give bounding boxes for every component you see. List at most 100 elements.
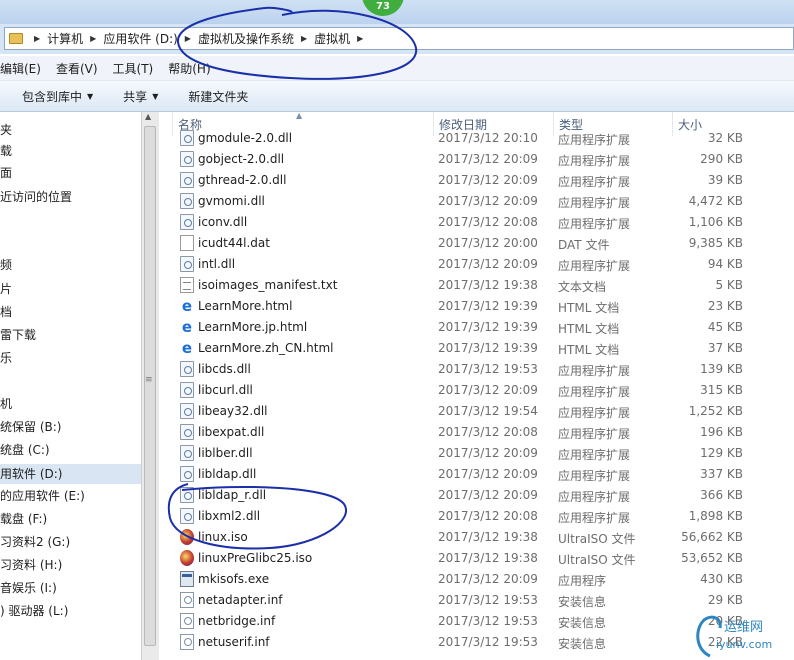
file-size: 1,106 KB [688, 215, 743, 229]
file-name: netadapter.inf [198, 593, 283, 607]
file-date-modified: 2017/3/12 20:08 [438, 509, 538, 523]
nav-item[interactable]: 的应用软件 (E:) [0, 486, 85, 506]
file-size: 290 KB [700, 152, 743, 166]
nav-item[interactable]: 夹 [0, 120, 12, 140]
file-date-modified: 2017/3/12 19:53 [438, 614, 538, 628]
breadcrumb-drive-d[interactable]: 应用软件 (D:) [103, 30, 177, 47]
nav-item[interactable]: 面 [0, 163, 12, 183]
file-row[interactable]: liblber.dll 2017/3/12 20:09 应用程序扩展 129 KB [172, 443, 752, 464]
file-row[interactable]: gthread-2.0.dll 2017/3/12 20:09 应用程序扩展 39 K… [172, 170, 752, 191]
new-folder-label: 新建文件夹 [188, 89, 249, 104]
file-row[interactable]: icudt44l.dat 2017/3/12 20:00 DAT 文件 9,385 K… [172, 233, 752, 254]
new-folder-button[interactable]: 新建文件夹 [188, 88, 248, 105]
file-name: intl.dll [198, 257, 236, 271]
file-row[interactable]: netbridge.inf 2017/3/12 19:53 安装信息 20 KB [172, 611, 752, 632]
file-row[interactable]: gmodule-2.0.dll 2017/3/12 20:10 应用程序扩展 32 K… [172, 128, 752, 149]
file-row[interactable]: libldap_r.dll 2017/3/12 20:09 应用程序扩展 366 KB [172, 485, 752, 506]
breadcrumb-arrow-icon[interactable]: ▶ [301, 34, 307, 43]
file-size: 53,652 KB [681, 551, 743, 565]
file-size: 430 KB [700, 572, 743, 586]
address-bar-region: ▶ 计算机 ▶ 应用软件 (D:) ▶ 虚拟机及操作系统 ▶ 虚拟机 ▶ [0, 24, 794, 54]
file-row[interactable]: isoimages_manifest.txt 2017/3/12 19:38 文本文… [172, 275, 752, 296]
nav-item[interactable]: 机 [0, 394, 12, 414]
file-date-modified: 2017/3/12 20:09 [438, 467, 538, 481]
file-row[interactable]: e LearnMore.jp.html 2017/3/12 19:39 HTML 文档… [172, 317, 752, 338]
dll-file-icon [180, 193, 194, 209]
menu-edit[interactable]: 编辑(E) [0, 60, 41, 77]
address-bar[interactable]: ▶ 计算机 ▶ 应用软件 (D:) ▶ 虚拟机及操作系统 ▶ 虚拟机 ▶ [4, 27, 794, 50]
file-name: libexpat.dll [198, 425, 265, 439]
menu-view[interactable]: 查看(V) [56, 60, 98, 77]
nav-item[interactable]: 载 [0, 141, 12, 161]
file-row[interactable]: libxml2.dll 2017/3/12 20:08 应用程序扩展 1,898 KB [172, 506, 752, 527]
nav-item[interactable]: 音娱乐 (I:) [0, 578, 57, 598]
file-row[interactable]: gvmomi.dll 2017/3/12 20:09 应用程序扩展 4,472 KB [172, 191, 752, 212]
file-name: gobject-2.0.dll [198, 152, 285, 166]
share-button[interactable]: 共享 ▼ [123, 88, 158, 105]
file-row[interactable]: libcds.dll 2017/3/12 19:53 应用程序扩展 139 KB [172, 359, 752, 380]
file-row[interactable]: e LearnMore.zh_CN.html 2017/3/12 19:39 HTML… [172, 338, 752, 359]
file-row[interactable]: libexpat.dll 2017/3/12 20:08 应用程序扩展 196 KB [172, 422, 752, 443]
nav-item[interactable]: 载盘 (F:) [0, 509, 47, 529]
nav-item[interactable]: 用软件 (D:) [0, 464, 141, 484]
file-name: LearnMore.jp.html [198, 320, 308, 334]
text-file-icon [180, 277, 194, 293]
nav-item[interactable]: 统盘 (C:) [0, 440, 50, 460]
file-type: 应用程序扩展 [558, 217, 631, 231]
include-in-library-button[interactable]: 包含到库中 ▼ [22, 88, 93, 105]
file-date-modified: 2017/3/12 19:38 [438, 551, 538, 565]
file-type: 应用程序扩展 [558, 259, 631, 273]
file-type: 应用程序扩展 [558, 427, 631, 441]
watermark-url: iyunv.com [716, 638, 773, 651]
file-date-modified: 2017/3/12 19:39 [438, 341, 538, 355]
nav-item[interactable]: 乐 [0, 348, 12, 368]
breadcrumb-arrow-icon[interactable]: ▶ [90, 34, 96, 43]
breadcrumb-computer[interactable]: 计算机 [47, 30, 83, 47]
file-row[interactable]: netadapter.inf 2017/3/12 19:53 安装信息 29 KB [172, 590, 752, 611]
dll-file-icon [180, 445, 194, 461]
file-row[interactable]: intl.dll 2017/3/12 20:09 应用程序扩展 94 KB [172, 254, 752, 275]
file-row[interactable]: libeay32.dll 2017/3/12 19:54 应用程序扩展 1,252 K… [172, 401, 752, 422]
breadcrumb-arrow-icon[interactable]: ▶ [34, 34, 40, 43]
html-file-icon: e [181, 339, 193, 357]
file-name: libcds.dll [198, 362, 251, 376]
inf-file-icon [180, 634, 194, 650]
scroll-up-arrow-icon[interactable]: ▲ [145, 112, 151, 121]
file-name: icudt44l.dat [198, 236, 270, 250]
file-row[interactable]: e LearnMore.html 2017/3/12 19:39 HTML 文档 23 … [172, 296, 752, 317]
file-row[interactable]: libcurl.dll 2017/3/12 20:09 应用程序扩展 315 KB [172, 380, 752, 401]
file-row[interactable]: linuxPreGlibc25.iso 2017/3/12 19:38 UltraI… [172, 548, 752, 569]
nav-item[interactable]: 片 [0, 279, 12, 299]
nav-item[interactable]: 统保留 (B:) [0, 417, 61, 437]
nav-item[interactable]: ) 驱动器 (L:) [0, 601, 68, 621]
file-name: linux.iso [198, 530, 248, 544]
file-row[interactable]: linux.iso 2017/3/12 19:38 UltraISO 文件 56,66… [172, 527, 752, 548]
nav-item[interactable]: 档 [0, 302, 12, 322]
nav-item[interactable]: 雷下载 [0, 325, 36, 345]
file-type: HTML 文档 [558, 322, 620, 336]
file-row[interactable]: mkisofs.exe 2017/3/12 20:09 应用程序 430 KB [172, 569, 752, 590]
file-name: iconv.dll [198, 215, 248, 229]
file-name: liblber.dll [198, 446, 253, 460]
nav-item[interactable]: 频 [0, 255, 12, 275]
file-row[interactable]: iconv.dll 2017/3/12 20:08 应用程序扩展 1,106 KB [172, 212, 752, 233]
file-row[interactable]: libldap.dll 2017/3/12 20:09 应用程序扩展 337 KB [172, 464, 752, 485]
file-name: gthread-2.0.dll [198, 173, 287, 187]
dll-file-icon [180, 172, 194, 188]
file-type: 应用程序扩展 [558, 196, 631, 210]
breadcrumb-arrow-icon[interactable]: ▶ [185, 34, 191, 43]
breadcrumb-vm[interactable]: 虚拟机 [314, 30, 350, 47]
nav-item[interactable]: 习资料2 (G:) [0, 532, 70, 552]
menu-help[interactable]: 帮助(H) [168, 60, 210, 77]
nav-item[interactable]: 习资料 (H:) [0, 555, 62, 575]
menu-tools[interactable]: 工具(T) [113, 60, 154, 77]
scrollbar-thumb[interactable] [144, 126, 156, 646]
file-date-modified: 2017/3/12 19:54 [438, 404, 538, 418]
file-row[interactable]: gobject-2.0.dll 2017/3/12 20:09 应用程序扩展 290 … [172, 149, 752, 170]
breadcrumb-arrow-icon[interactable]: ▶ [357, 34, 363, 43]
file-row[interactable]: netuserif.inf 2017/3/12 19:53 安装信息 22 KB [172, 632, 752, 653]
file-size: 32 KB [707, 131, 743, 145]
breadcrumb-vm-os[interactable]: 虚拟机及操作系统 [198, 30, 294, 47]
navigation-scrollbar[interactable]: ▲ ≡ [141, 112, 159, 660]
nav-item[interactable]: 近访问的位置 [0, 187, 72, 207]
